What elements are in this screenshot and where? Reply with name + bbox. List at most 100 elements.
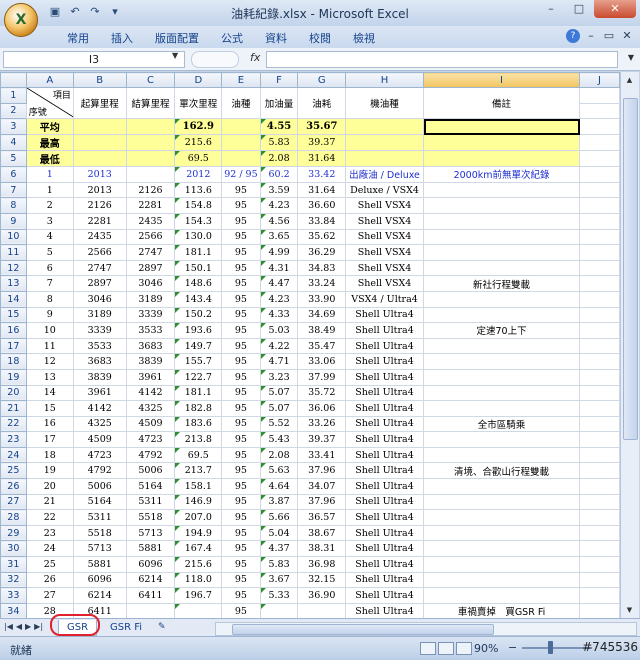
cell[interactable]: Shell Ultra4	[345, 400, 424, 417]
cell[interactable]	[579, 102, 620, 120]
cell[interactable]: 12	[25, 353, 74, 370]
cell[interactable]: 149.7	[174, 337, 223, 355]
cell[interactable]	[579, 337, 620, 355]
cell[interactable]: 95	[221, 587, 261, 604]
cell[interactable]	[579, 602, 620, 618]
cell[interactable]: 95	[221, 212, 261, 230]
cell[interactable]	[579, 368, 620, 386]
cell[interactable]: 5.04	[259, 524, 299, 542]
cell[interactable]: Shell Ultra4	[345, 509, 424, 526]
first-sheet-icon[interactable]: |◀	[4, 622, 13, 631]
summary-fuel-amount[interactable]: 4.55	[259, 118, 299, 136]
cell[interactable]: 33.26	[297, 415, 347, 433]
cell[interactable]	[579, 509, 620, 526]
cell[interactable]: 95	[221, 524, 261, 542]
col-header-d[interactable]: D	[174, 72, 223, 88]
row-header[interactable]: 14	[0, 290, 27, 308]
cell[interactable]: Shell Ultra4	[345, 322, 424, 339]
cell[interactable]: 130.0	[174, 228, 223, 246]
cell[interactable]: 2013	[72, 166, 127, 183]
cell[interactable]: 4142	[72, 400, 127, 417]
cell[interactable]: Shell Ultra4	[345, 353, 424, 370]
cell[interactable]: 33.41	[297, 446, 347, 464]
cell[interactable]: Shell VSX4	[345, 197, 424, 214]
cell[interactable]: 2435	[125, 212, 176, 230]
cell[interactable]: 4.71	[259, 353, 299, 370]
cell[interactable]	[422, 337, 581, 355]
row-header[interactable]: 16	[0, 322, 27, 339]
cell[interactable]: 143.4	[174, 290, 223, 308]
cell[interactable]: 95	[221, 306, 261, 324]
cell[interactable]: 69.5	[174, 446, 223, 464]
cell[interactable]: 95	[221, 478, 261, 495]
cell[interactable]: 2013	[72, 181, 127, 199]
cell[interactable]: 3533	[72, 337, 127, 355]
cell[interactable]	[422, 571, 581, 589]
cell[interactable]: Shell Ultra4	[345, 493, 424, 511]
cell[interactable]: 95	[221, 181, 261, 199]
row-header[interactable]: 23	[0, 431, 27, 448]
wb-minimize-icon[interactable]: –	[584, 29, 598, 43]
cell[interactable]	[422, 259, 581, 277]
cell[interactable]	[125, 150, 176, 168]
row-header[interactable]: 33	[0, 587, 27, 604]
row-header[interactable]: 4	[0, 134, 27, 152]
scroll-down-icon[interactable]: ▼	[623, 604, 636, 616]
normal-view-icon[interactable]	[420, 642, 436, 655]
cell[interactable]: 95	[221, 602, 261, 618]
minimize-icon[interactable]: –	[538, 0, 564, 18]
cell[interactable]: 5.03	[259, 322, 299, 339]
row-header[interactable]: 20	[0, 384, 27, 402]
cell[interactable]: 3839	[125, 353, 176, 370]
cell[interactable]: 37.96	[297, 462, 347, 480]
cell[interactable]: 34.07	[297, 478, 347, 495]
row-header[interactable]: 18	[0, 353, 27, 370]
cell[interactable]: 95	[221, 275, 261, 292]
cell[interactable]: VSX4 / Ultra4	[345, 290, 424, 308]
header-start-mileage[interactable]: 起算里程	[72, 86, 127, 120]
cell[interactable]: Shell Ultra4	[345, 587, 424, 604]
office-button[interactable]: X	[4, 3, 38, 37]
header-trip-mileage[interactable]: 單次里程	[174, 86, 223, 120]
cell[interactable]: 4.99	[259, 244, 299, 261]
row-header[interactable]: 24	[0, 446, 27, 464]
cell[interactable]: 182.8	[174, 400, 223, 417]
row-header[interactable]: 26	[0, 478, 27, 495]
cell[interactable]: Shell Ultra4	[345, 384, 424, 402]
cell[interactable]: 34.83	[297, 259, 347, 277]
cell[interactable]	[72, 150, 127, 168]
cell[interactable]	[422, 212, 581, 230]
cell[interactable]: 2012	[174, 166, 223, 183]
cell[interactable]	[125, 166, 176, 183]
cell[interactable]: 5164	[125, 478, 176, 495]
cell[interactable]: 5164	[72, 493, 127, 511]
cell[interactable]: 4509	[72, 431, 127, 448]
cell[interactable]: 4.23	[259, 290, 299, 308]
cell[interactable]	[422, 556, 581, 573]
cell[interactable]	[259, 602, 299, 618]
cell[interactable]	[422, 400, 581, 417]
cell[interactable]	[579, 259, 620, 277]
cell[interactable]: 2281	[125, 197, 176, 214]
cell[interactable]: 2126	[125, 181, 176, 199]
cell[interactable]: 1	[25, 166, 74, 183]
cell[interactable]: 207.0	[174, 509, 223, 526]
cell[interactable]: 3	[25, 212, 74, 230]
col-header-h[interactable]: H	[345, 72, 424, 88]
cell[interactable]	[579, 244, 620, 261]
cell[interactable]: Shell Ultra4	[345, 602, 424, 618]
cell[interactable]: 5	[25, 244, 74, 261]
cell[interactable]: 122.7	[174, 368, 223, 386]
cell[interactable]: 95	[221, 415, 261, 433]
row-header[interactable]: 30	[0, 540, 27, 558]
cell[interactable]: 5518	[72, 524, 127, 542]
cell[interactable]: 7	[25, 275, 74, 292]
cell[interactable]	[579, 446, 620, 464]
cell[interactable]	[422, 478, 581, 495]
cell[interactable]: 6214	[72, 587, 127, 604]
cell[interactable]	[422, 446, 581, 464]
cell[interactable]: 36.29	[297, 244, 347, 261]
cell[interactable]: 3.23	[259, 368, 299, 386]
cell[interactable]: Shell VSX4	[345, 244, 424, 261]
cell[interactable]: 36.06	[297, 400, 347, 417]
